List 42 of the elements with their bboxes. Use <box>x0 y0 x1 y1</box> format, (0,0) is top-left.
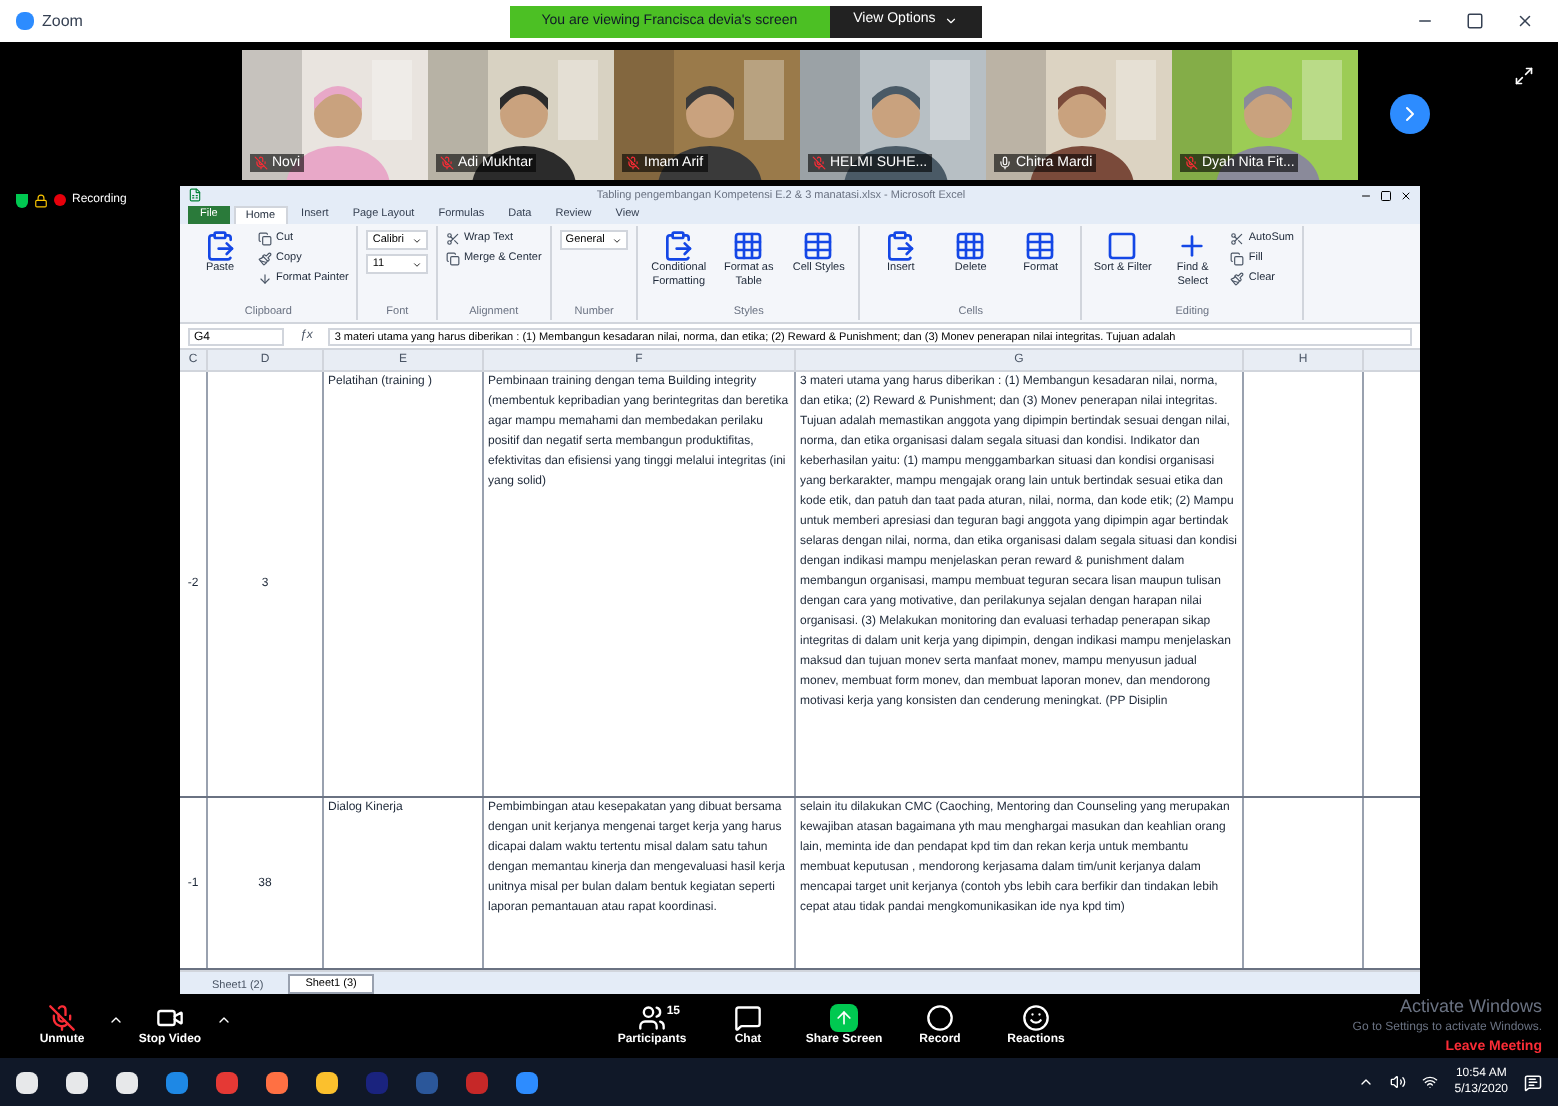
lock-icon <box>34 194 48 209</box>
app-title: Zoom <box>42 9 83 34</box>
share-screen-icon <box>830 1003 858 1032</box>
caret-icon <box>612 235 623 246</box>
ribbon-icon <box>884 230 917 263</box>
ribbon-icon <box>1230 231 1245 246</box>
speaker-icon[interactable] <box>1390 1074 1407 1091</box>
ribbon-icon <box>1230 251 1245 266</box>
ribbon-icon <box>204 230 236 263</box>
shield-icon <box>16 194 28 209</box>
maximize-icon[interactable] <box>1379 189 1392 202</box>
caret-icon <box>411 259 422 270</box>
layout-icon[interactable] <box>1514 66 1534 87</box>
activation-title: Activate Windows <box>1399 993 1542 1020</box>
spreadsheet-app-icon <box>188 188 202 203</box>
ribbon-icon <box>445 231 460 246</box>
record-icon <box>926 1003 954 1032</box>
minimize-icon[interactable] <box>1359 189 1372 202</box>
ribbon-icon <box>258 271 272 286</box>
people-icon <box>638 1003 666 1032</box>
maximize-icon[interactable] <box>1466 12 1484 31</box>
ribbon-icon <box>662 230 695 263</box>
ribbon-icon <box>1106 230 1139 263</box>
ribbon-icon <box>258 231 272 246</box>
ribbon-icon <box>1230 271 1245 286</box>
ribbon-icon <box>445 251 460 266</box>
zoom-logo-icon <box>16 12 34 31</box>
smiley-icon <box>1022 1003 1050 1032</box>
ribbon-icon <box>732 230 765 263</box>
ribbon-icon <box>802 230 835 263</box>
ribbon-icon <box>954 230 987 263</box>
chat-icon <box>734 1003 762 1032</box>
notification-icon[interactable] <box>1524 1073 1542 1092</box>
ribbon-icon <box>258 251 272 266</box>
network-icon[interactable] <box>1422 1074 1439 1091</box>
caret-icon <box>411 235 422 246</box>
caret-icon <box>943 14 958 29</box>
close-icon[interactable] <box>1516 12 1534 31</box>
ribbon-icon <box>1024 230 1057 263</box>
next-page-button[interactable] <box>1390 94 1430 135</box>
muted-mic-icon <box>48 1003 76 1032</box>
close-icon[interactable] <box>1399 189 1412 202</box>
